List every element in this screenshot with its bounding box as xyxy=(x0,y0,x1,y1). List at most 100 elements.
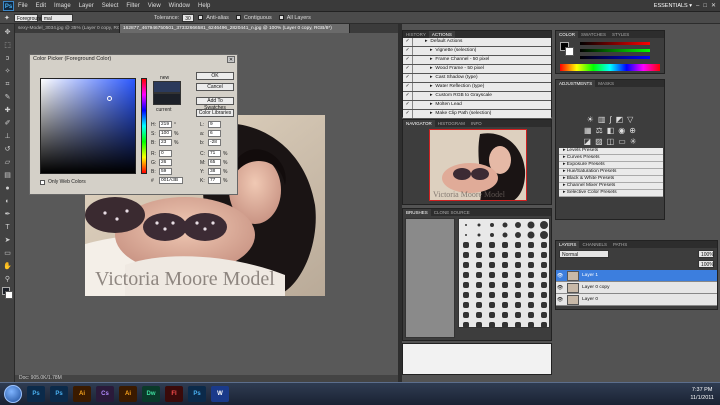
brush-tip[interactable] xyxy=(502,262,508,268)
black-input[interactable]: 77 xyxy=(208,177,221,184)
action-row[interactable]: ✓ ▸ Custom RGB to Grayscale xyxy=(403,92,551,101)
action-check-icon[interactable]: ✓ xyxy=(403,101,413,109)
path-selection-tool-icon[interactable]: ➤ xyxy=(2,235,13,246)
eraser-tool-icon[interactable]: ▱ xyxy=(2,157,13,168)
a-input[interactable]: 6 xyxy=(208,130,221,137)
taskbar-app-button[interactable]: Cs xyxy=(96,386,114,402)
expand-triangle-icon[interactable]: ▸ xyxy=(423,47,432,55)
only-web-colors[interactable]: Only Web Colors xyxy=(40,179,86,185)
all-layers-checkbox[interactable] xyxy=(278,15,284,20)
tab-color[interactable]: COLOR xyxy=(556,31,579,38)
brush-tip[interactable] xyxy=(463,242,469,248)
cancel-button[interactable]: Cancel xyxy=(196,83,234,91)
opacity-input[interactable]: 100% xyxy=(698,250,714,258)
tab-info[interactable]: INFO xyxy=(468,120,485,127)
brush-tip[interactable] xyxy=(463,322,469,328)
brush-tip[interactable] xyxy=(502,282,508,288)
system-clock[interactable]: 7:37 PM 11/1/2011 xyxy=(690,386,714,402)
blue-slider[interactable] xyxy=(580,56,650,59)
brightness-input[interactable]: 23 xyxy=(159,139,172,146)
brush-tip[interactable] xyxy=(541,242,547,248)
action-check-icon[interactable]: ✓ xyxy=(403,56,413,64)
menu-filter[interactable]: Filter xyxy=(126,3,139,9)
brush-tip[interactable] xyxy=(476,302,482,308)
brush-tip[interactable] xyxy=(476,322,482,328)
action-row[interactable]: ✓ ▸ Vignette (selection) xyxy=(403,47,551,56)
brush-tip[interactable] xyxy=(528,242,534,248)
brush-tip[interactable] xyxy=(490,223,494,227)
brush-tip[interactable] xyxy=(476,282,482,288)
action-row[interactable]: ✓ ▸ Default Actions xyxy=(403,38,551,47)
tab-channels[interactable]: CHANNELS xyxy=(579,241,610,248)
maximize-icon[interactable]: □ xyxy=(703,3,707,9)
action-check-icon[interactable]: ✓ xyxy=(403,38,413,46)
doc-tab-active[interactable]: 162877_467946750501_37332666581_6246496_… xyxy=(120,24,350,33)
channel-mixer-icon[interactable]: ⊕ xyxy=(629,126,636,135)
hand-tool-icon[interactable]: ✋ xyxy=(2,261,13,272)
menu-select[interactable]: Select xyxy=(102,3,119,9)
brush-tip[interactable] xyxy=(541,262,547,268)
brush-tip[interactable] xyxy=(476,312,482,318)
minimize-icon[interactable]: – xyxy=(696,3,699,9)
action-row[interactable]: ✓ ▸ Make Clip Path (selection) xyxy=(403,110,551,119)
brightness-icon[interactable]: ☀ xyxy=(587,115,594,124)
l-input[interactable]: 9 xyxy=(208,121,221,128)
taskbar-app-button[interactable]: Ps xyxy=(27,386,45,402)
color-balance-icon[interactable]: ⚖ xyxy=(596,126,603,135)
brush-tip[interactable] xyxy=(528,302,534,308)
hue-saturation-icon[interactable]: ▦ xyxy=(584,126,592,135)
brush-tip[interactable] xyxy=(476,252,482,258)
brush-tip[interactable] xyxy=(528,272,534,278)
dialog-close-icon[interactable]: ✕ xyxy=(227,56,235,63)
add-to-swatches-button[interactable]: Add To Swatches xyxy=(196,97,234,111)
action-row[interactable]: ✓ ▸ Frame Channel - 50 pixel xyxy=(403,56,551,65)
vibrance-icon[interactable]: ▽ xyxy=(627,115,633,124)
fill-input[interactable]: 100% xyxy=(698,260,714,268)
gradient-map-icon[interactable]: ▭ xyxy=(618,137,626,146)
brush-tip[interactable] xyxy=(527,231,535,239)
action-check-icon[interactable]: ✓ xyxy=(403,92,413,100)
taskbar-app-button[interactable]: Ai xyxy=(119,386,137,402)
contiguous-checkbox[interactable] xyxy=(235,15,241,20)
brush-tip-grid[interactable] xyxy=(458,218,550,328)
menu-window[interactable]: Window xyxy=(169,3,190,9)
brush-tip[interactable] xyxy=(502,222,508,228)
action-check-icon[interactable]: ✓ xyxy=(403,47,413,55)
brush-tip[interactable] xyxy=(541,312,547,318)
action-check-icon[interactable]: ✓ xyxy=(403,65,413,73)
menu-edit[interactable]: Edit xyxy=(36,3,46,9)
brush-tip[interactable] xyxy=(477,233,481,237)
workspace-switcher[interactable]: ESSENTIALS ▾ xyxy=(654,3,692,9)
layer-row[interactable]: 👁 Layer 1 xyxy=(556,270,717,282)
color-libraries-button[interactable]: Color Libraries xyxy=(196,109,234,117)
tab-layers[interactable]: LAYERS xyxy=(556,241,580,248)
tab-masks[interactable]: MASKS xyxy=(595,80,617,87)
action-check-icon[interactable]: ✓ xyxy=(403,110,413,118)
brush-tip[interactable] xyxy=(463,282,469,288)
brush-tip[interactable] xyxy=(528,312,534,318)
taskbar-app-button[interactable]: Dw xyxy=(142,386,160,402)
brush-tip[interactable] xyxy=(528,282,534,288)
brush-tip[interactable] xyxy=(490,233,494,237)
hue-slider[interactable] xyxy=(141,78,147,174)
adjustment-preset-row[interactable]: ▸ Exposure Presets xyxy=(559,162,663,169)
eyedropper-tool-icon[interactable]: ✎ xyxy=(2,92,13,103)
tab-swatches[interactable]: SWATCHES xyxy=(578,31,609,38)
brush-tip[interactable] xyxy=(541,302,547,308)
photo-filter-icon[interactable]: ◉ xyxy=(618,126,625,135)
tab-navigator[interactable]: NAVIGATOR xyxy=(403,120,435,127)
brush-tip[interactable] xyxy=(528,322,534,328)
brush-tip[interactable] xyxy=(463,292,469,298)
brush-tip[interactable] xyxy=(489,302,495,308)
brush-tip[interactable] xyxy=(502,232,508,238)
action-row[interactable]: ✓ ▸ Wood Frame - 50 pixel xyxy=(403,65,551,74)
expand-triangle-icon[interactable]: ▸ xyxy=(423,74,432,82)
adjustment-preset-row[interactable]: ▸ Selective Color Presets xyxy=(559,190,663,197)
brush-tip[interactable] xyxy=(502,292,508,298)
color-ramp[interactable] xyxy=(560,64,660,71)
magic-wand-tool-icon[interactable]: ✧ xyxy=(2,66,13,77)
tab-clone-source[interactable]: CLONE SOURCE xyxy=(431,209,473,216)
doc-tab[interactable]: sexy-Model_3034.jpg @ 35% (Layer 0 copy,… xyxy=(15,24,120,33)
brush-tip[interactable] xyxy=(515,232,521,238)
black-white-icon[interactable]: ◧ xyxy=(607,126,615,135)
